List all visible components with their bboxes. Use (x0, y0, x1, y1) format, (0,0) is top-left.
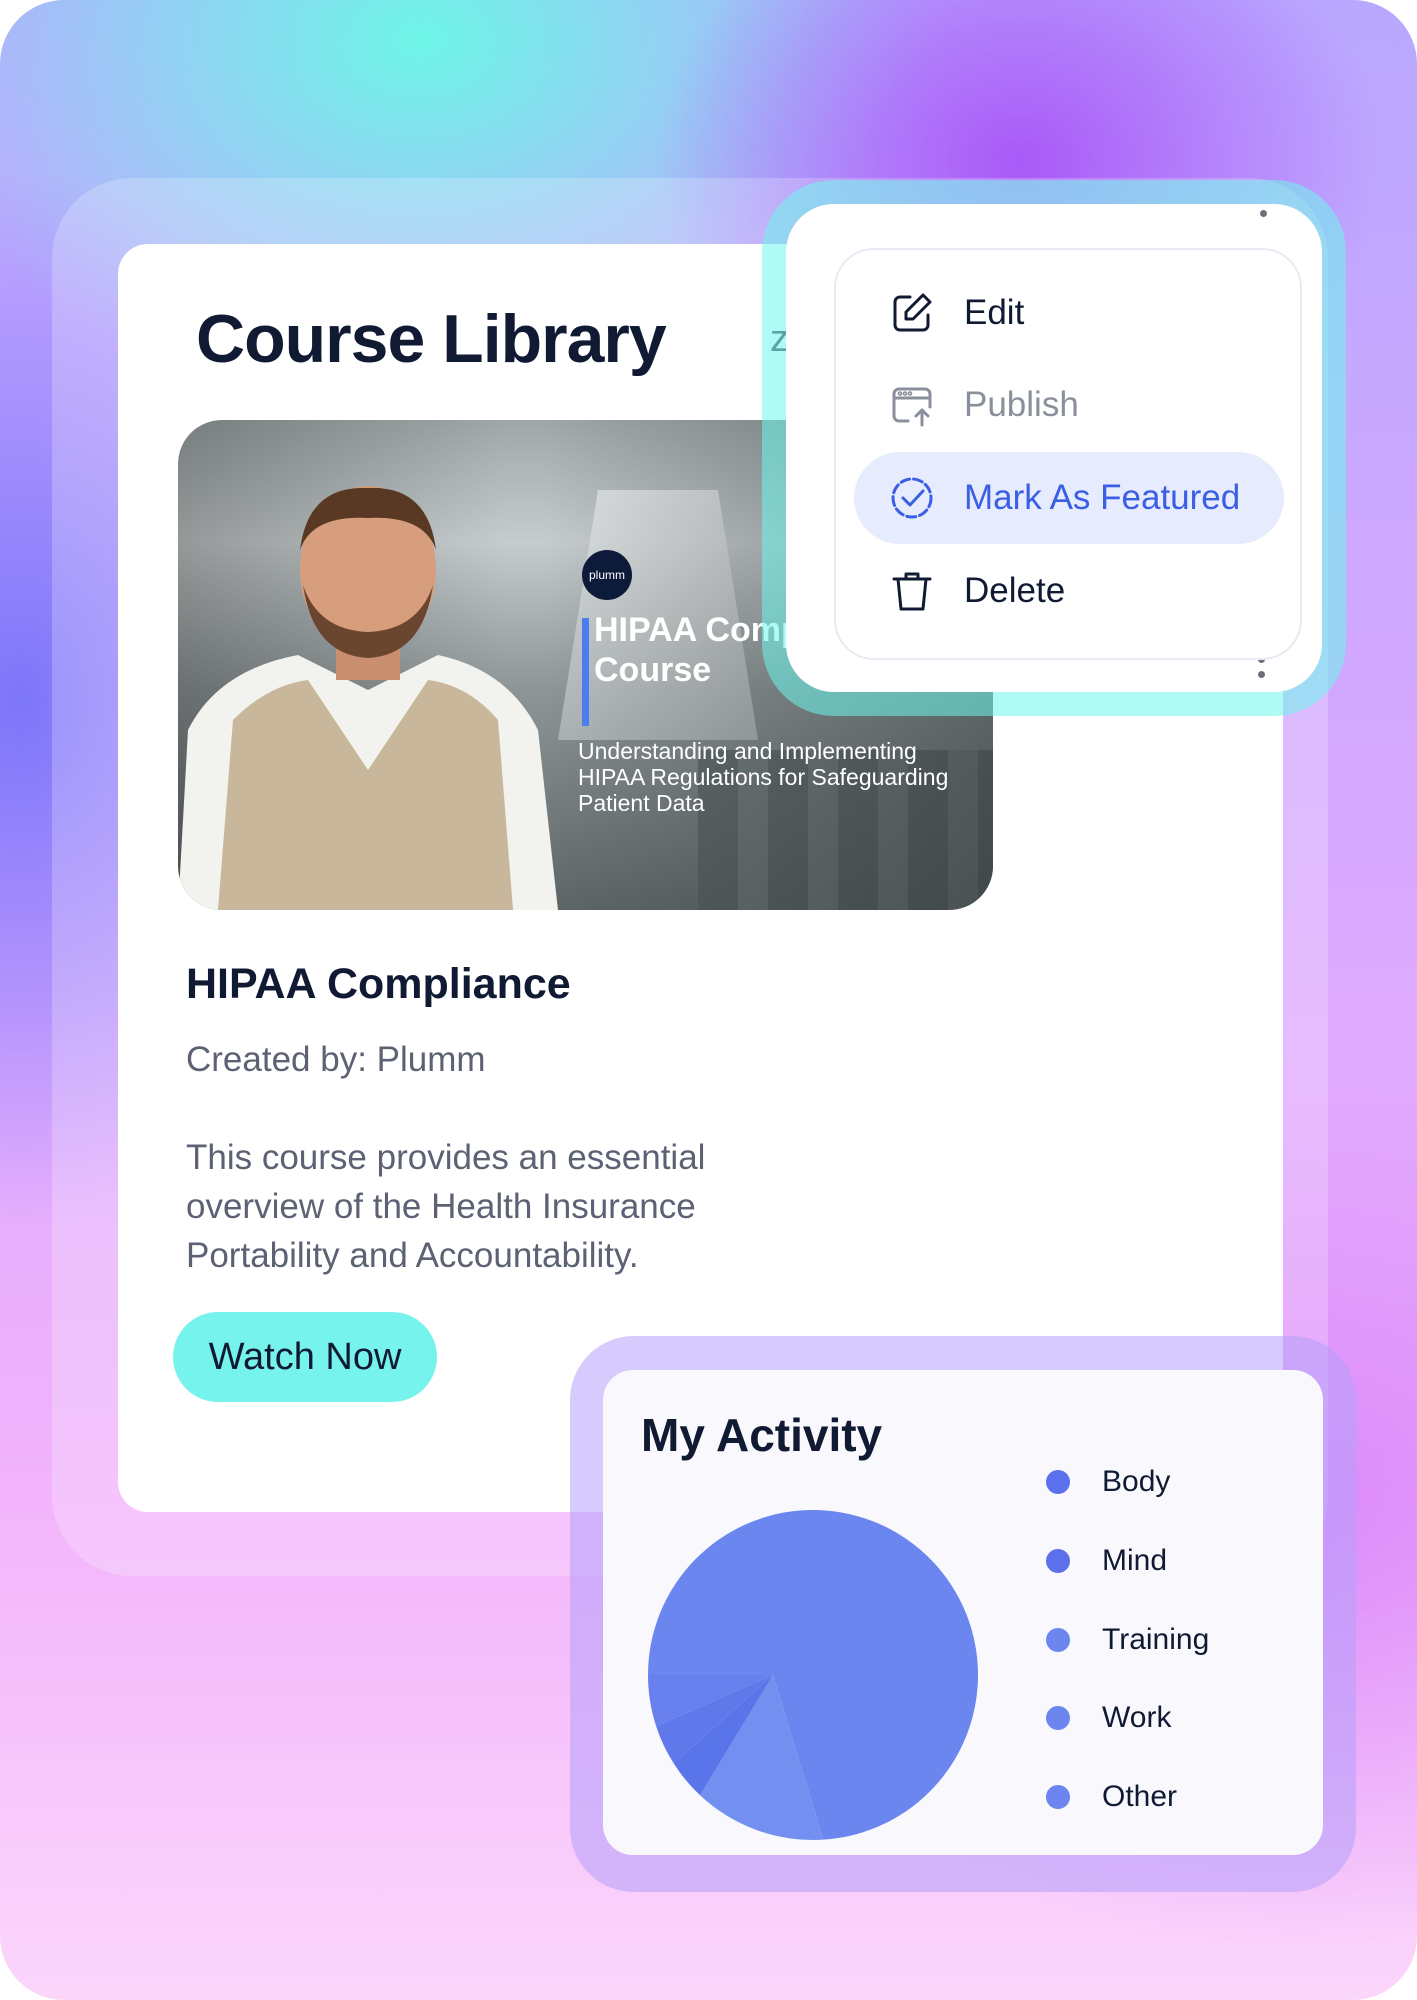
menu-item-delete[interactable]: Delete (854, 545, 1284, 637)
legend-item-other: Other (1046, 1777, 1177, 1817)
legend-dot (1046, 1706, 1070, 1730)
legend-dot (1046, 1549, 1070, 1573)
presenter-image (178, 486, 558, 910)
course-title: HIPAA Compliance (186, 960, 571, 1008)
edit-icon (893, 293, 932, 332)
course-description: This course provides an essential overvi… (186, 1138, 706, 1275)
menu-item-publish[interactable]: Publish (854, 359, 1284, 451)
menu-item-mark-as-featured[interactable]: Mark As Featured (854, 452, 1284, 544)
menu-item-edit[interactable]: Edit (854, 267, 1284, 359)
legend-item-work: Work (1046, 1698, 1171, 1738)
watch-now-button[interactable]: Watch Now (173, 1312, 437, 1402)
thumbnail-subtitle: Understanding and Implementing HIPAA Reg… (578, 738, 949, 816)
plumm-logo: plumm (582, 550, 632, 600)
featured-check-icon (891, 477, 933, 519)
activity-pie-chart (648, 1510, 978, 1840)
legend-dot (1046, 1785, 1070, 1809)
publish-icon (892, 387, 932, 427)
page-title: Course Library (196, 301, 667, 377)
legend-dot (1046, 1628, 1070, 1652)
kebab-dot-icon (1260, 210, 1267, 217)
legend-item-training: Training (1046, 1620, 1209, 1660)
course-creator: Created by: Plumm (186, 1040, 486, 1079)
legend-item-mind: Mind (1046, 1541, 1167, 1581)
legend-dot (1046, 1470, 1070, 1494)
kebab-menu-icon[interactable] (1258, 656, 1266, 686)
legend-item-body: Body (1046, 1462, 1170, 1502)
activity-title: My Activity (641, 1409, 883, 1461)
trash-icon (892, 572, 932, 611)
thumbnail-accent-bar (582, 618, 589, 726)
